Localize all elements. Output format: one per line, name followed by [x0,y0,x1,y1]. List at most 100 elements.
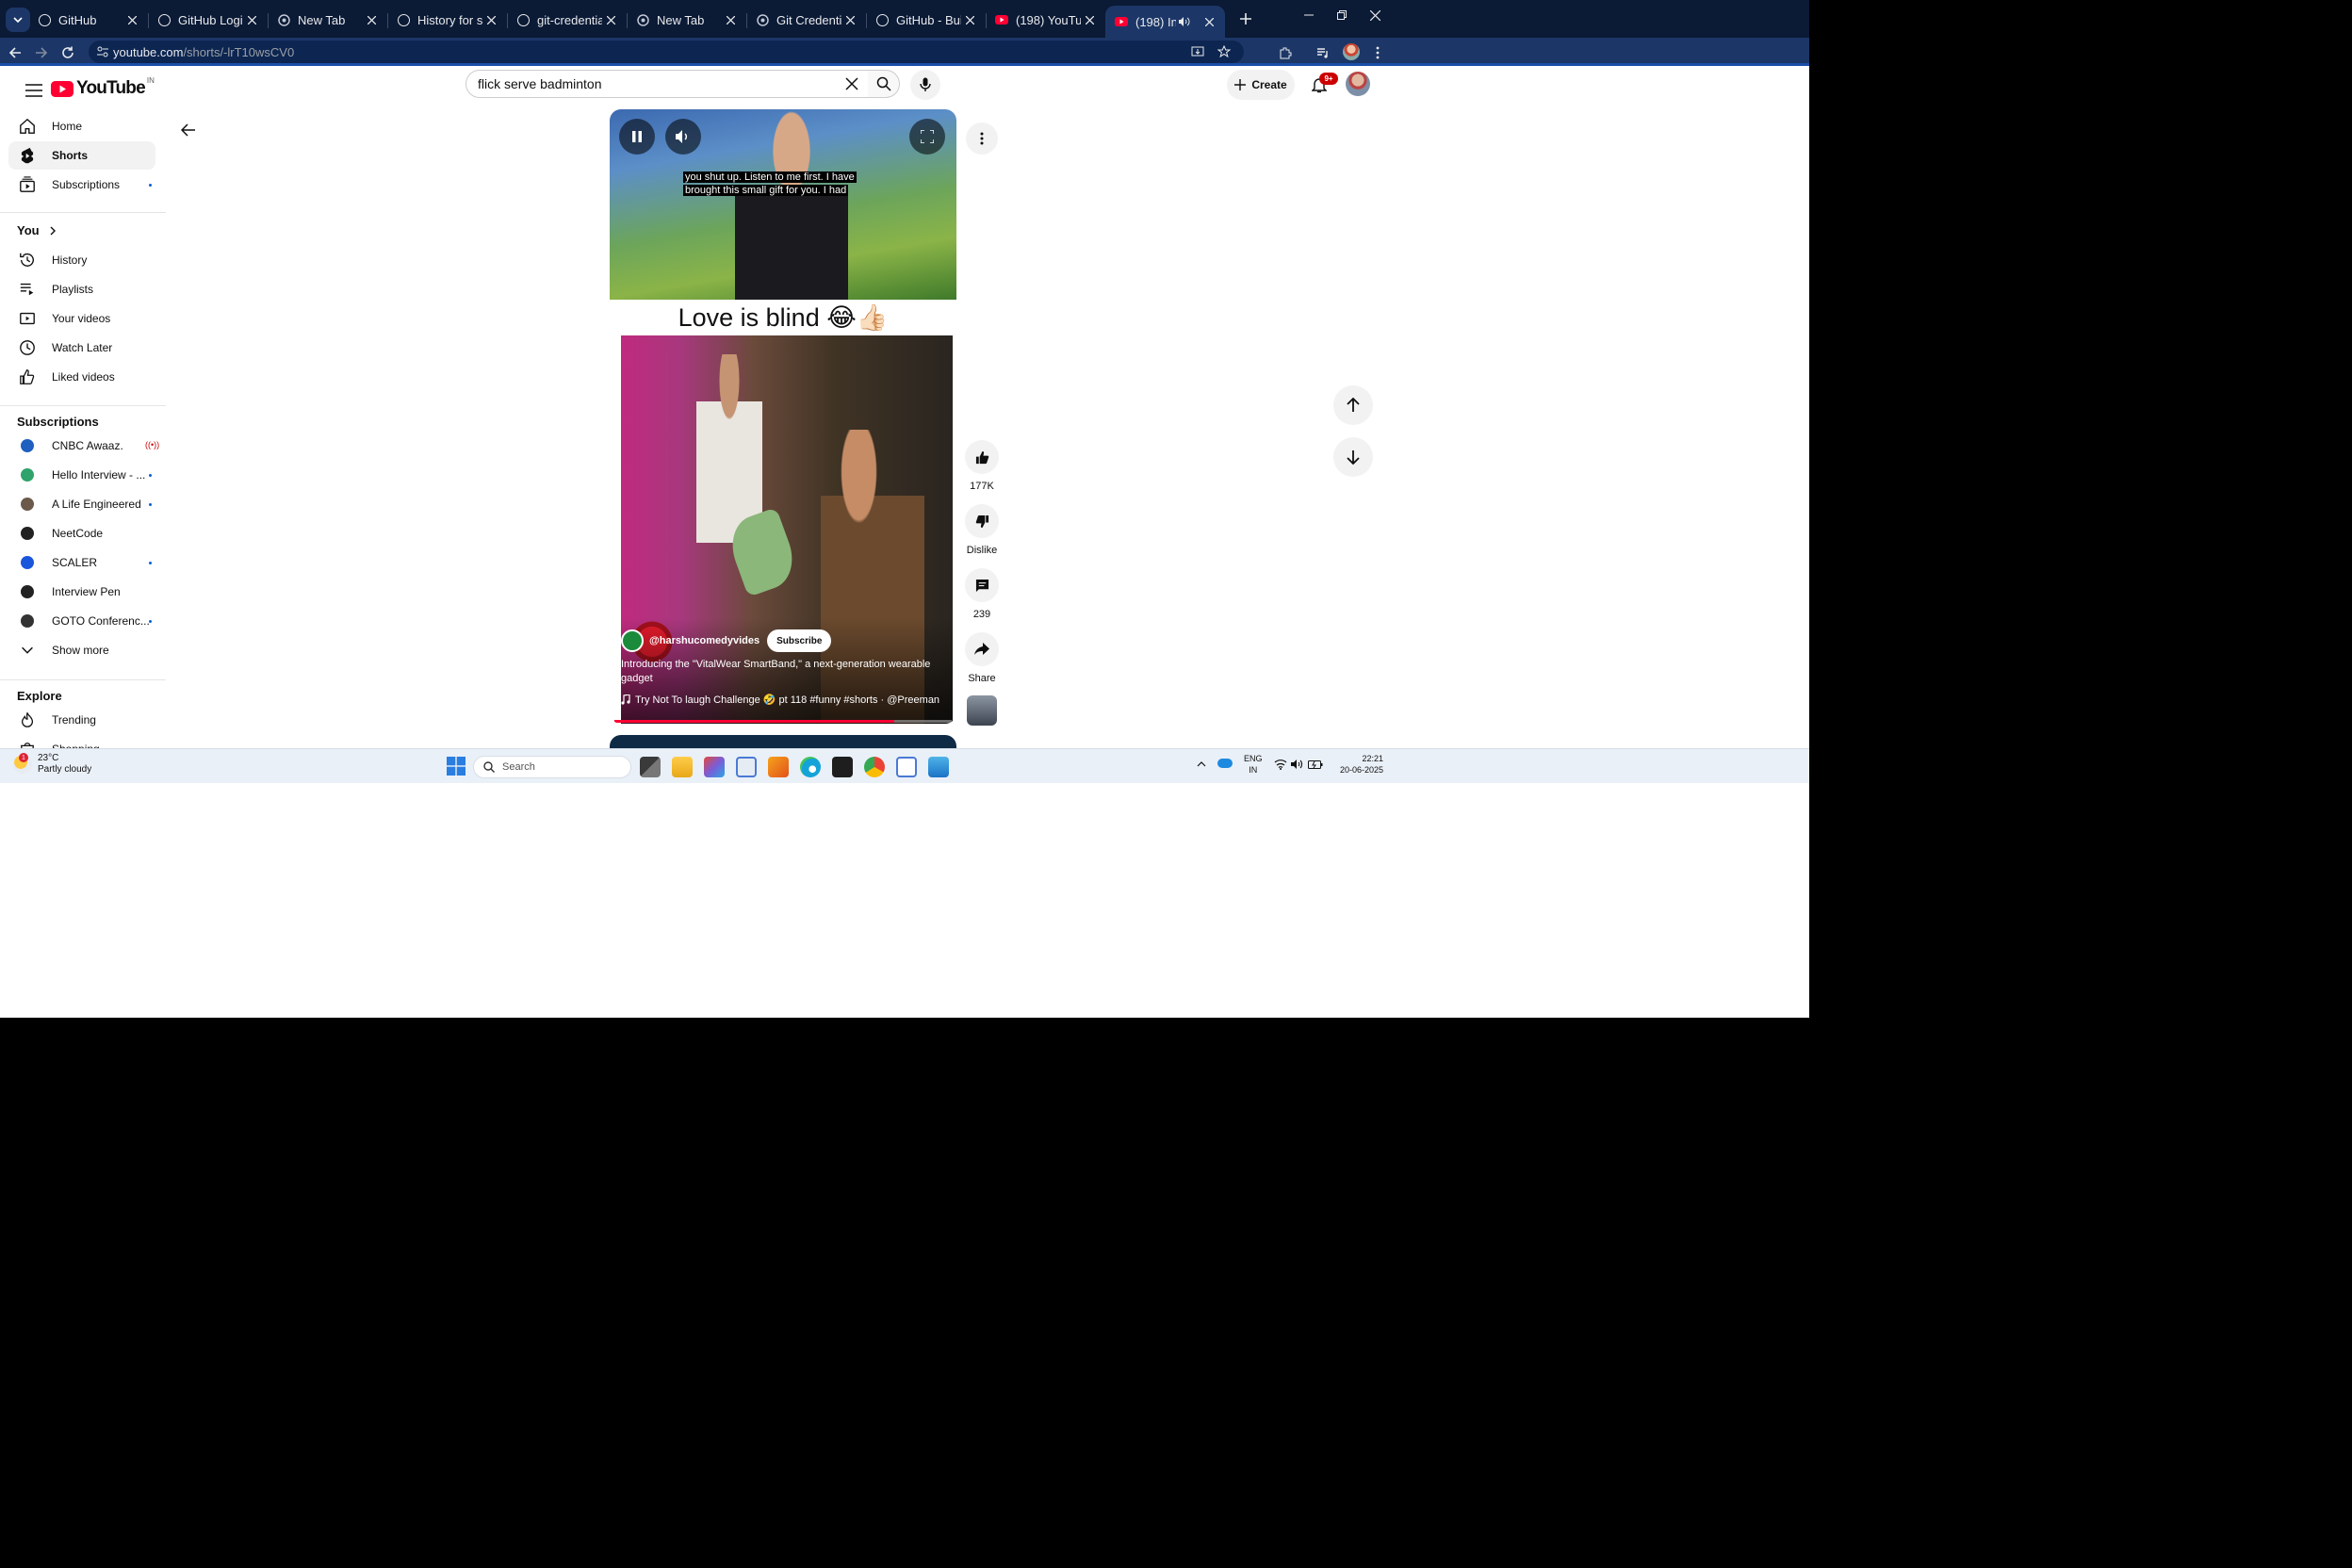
profile-avatar[interactable] [1343,43,1360,60]
subscription-item[interactable]: GOTO Conferenc... [8,607,155,635]
language-indicator[interactable]: ENG IN [1244,753,1263,776]
taskbar-search[interactable]: Search [473,756,631,778]
like-button[interactable] [965,440,999,474]
browser-tab[interactable]: git-credential-ma [507,6,628,34]
close-tab-icon[interactable] [1200,13,1217,30]
sidebar-item[interactable]: Your videos [8,304,155,333]
you-section-link[interactable]: You [17,223,57,237]
close-tab-icon[interactable] [123,11,140,28]
comments-action[interactable]: 239 [964,568,1000,620]
reload-button[interactable] [57,41,79,64]
edge-icon[interactable] [800,757,821,777]
close-tab-icon[interactable] [841,11,858,28]
speaker-icon[interactable] [1291,759,1304,770]
weather-widget[interactable]: 1 23°C Partly cloudy [13,753,91,776]
sidebar-item[interactable]: Show more [8,636,155,664]
clock[interactable]: 22:21 20-06-2025 [1329,753,1383,776]
create-button[interactable]: Create [1227,70,1295,100]
sidebar-item[interactable]: Shorts [8,141,155,170]
browser-menu-icon[interactable] [1366,41,1389,64]
sidebar-item[interactable]: Watch Later [8,334,155,362]
search-button[interactable] [868,70,900,98]
share-button[interactable] [965,632,999,666]
channel-name[interactable]: @harshucomedyvides [649,635,760,646]
progress-bar[interactable] [614,720,952,723]
sound-row[interactable]: Try Not To laugh Challenge 🤣 pt 118 #fun… [621,694,941,706]
search-input[interactable]: flick serve badminton [466,70,869,98]
sidebar-item[interactable]: Liked videos [8,363,155,391]
subscription-item[interactable]: NeetCode [8,519,155,547]
close-tab-icon[interactable] [1081,11,1098,28]
browser-tab[interactable]: Git Credential Ma [746,6,867,34]
install-app-icon[interactable] [1191,45,1204,58]
tab-audio-icon[interactable] [1176,13,1193,30]
account-avatar[interactable] [1346,72,1370,96]
video-description[interactable]: Introducing the "VitalWear SmartBand," a… [621,658,937,686]
task-view-icon[interactable] [640,757,661,777]
show-hidden-icons[interactable] [1197,760,1206,767]
subscription-item[interactable]: CNBC Awaaz. ((•)) [8,432,159,460]
dislike-button[interactable] [965,504,999,538]
browser-tab[interactable]: GitHub - Build and [866,6,987,34]
sidebar-item[interactable]: Trending [8,706,155,734]
browser-tab[interactable]: GitHub [28,6,149,34]
terminal-icon[interactable] [832,757,853,777]
back-button[interactable] [4,41,26,64]
start-button[interactable] [447,757,467,777]
sidebar-item[interactable]: Subscriptions [8,171,155,199]
guide-menu-button[interactable] [15,72,53,109]
site-info-icon[interactable] [96,45,109,58]
file-explorer-icon[interactable] [672,757,693,777]
subscription-item[interactable]: Interview Pen [8,578,155,606]
browser-tab[interactable]: New Tab [627,6,747,34]
close-window-button[interactable] [1353,0,1396,30]
share-action[interactable]: Share [964,632,1000,684]
battery-icon[interactable] [1308,759,1323,770]
browser-tab[interactable]: (198) Introdu [1105,6,1225,38]
subscription-item[interactable]: A Life Engineered [8,490,155,518]
subscribe-button[interactable]: Subscribe [767,629,832,652]
browser-tab[interactable]: History for screen [387,6,508,34]
clear-search-icon[interactable] [845,77,858,90]
microsoft-365-icon[interactable] [704,757,725,777]
youtube-logo[interactable]: YouTube IN [51,74,155,103]
close-tab-icon[interactable] [602,11,619,28]
media-controls-icon[interactable] [1312,41,1334,64]
wifi-icon[interactable] [1274,759,1287,770]
volume-button[interactable] [665,119,701,155]
sidebar-item[interactable]: History [8,246,155,274]
browser-tab[interactable]: GitHub Login Issu [148,6,269,34]
sidebar-item[interactable]: Playlists [8,275,155,303]
window-app-icon[interactable] [736,757,757,777]
voice-search-button[interactable] [910,70,940,100]
channel-avatar[interactable] [621,629,644,652]
forward-button[interactable] [30,41,53,64]
like-action[interactable]: 177K [964,440,1000,492]
close-tab-icon[interactable] [363,11,380,28]
close-tab-icon[interactable] [722,11,739,28]
sound-thumbnail[interactable] [967,695,997,726]
pause-button[interactable] [619,119,655,155]
close-tab-icon[interactable] [482,11,499,28]
new-tab-button[interactable] [1233,6,1259,32]
snipping-tool-icon[interactable] [896,757,917,777]
shorts-player[interactable]: you shut up. Listen to me first. I have … [610,109,956,724]
chrome-icon[interactable] [864,757,885,777]
address-bar[interactable]: youtube.com/shorts/-lrT10wsCV0 [89,41,1244,63]
onedrive-icon[interactable] [1217,759,1233,768]
close-tab-icon[interactable] [961,11,978,28]
bookmark-star-icon[interactable] [1217,45,1231,58]
photos-icon[interactable] [928,757,949,777]
close-tab-icon[interactable] [243,11,260,28]
sidebar-item[interactable]: Home [8,112,155,140]
back-arrow-button[interactable] [177,119,200,141]
previous-short-button[interactable] [1333,385,1373,425]
browser-tab[interactable]: New Tab [268,6,388,34]
comments-button[interactable] [965,568,999,602]
next-short-button[interactable] [1333,437,1373,477]
more-options-button[interactable] [966,122,998,155]
tab-search-button[interactable] [6,8,30,32]
subscription-item[interactable]: Hello Interview - ... [8,461,155,489]
dislike-action[interactable]: Dislike [964,504,1000,556]
fullscreen-button[interactable] [909,119,945,155]
